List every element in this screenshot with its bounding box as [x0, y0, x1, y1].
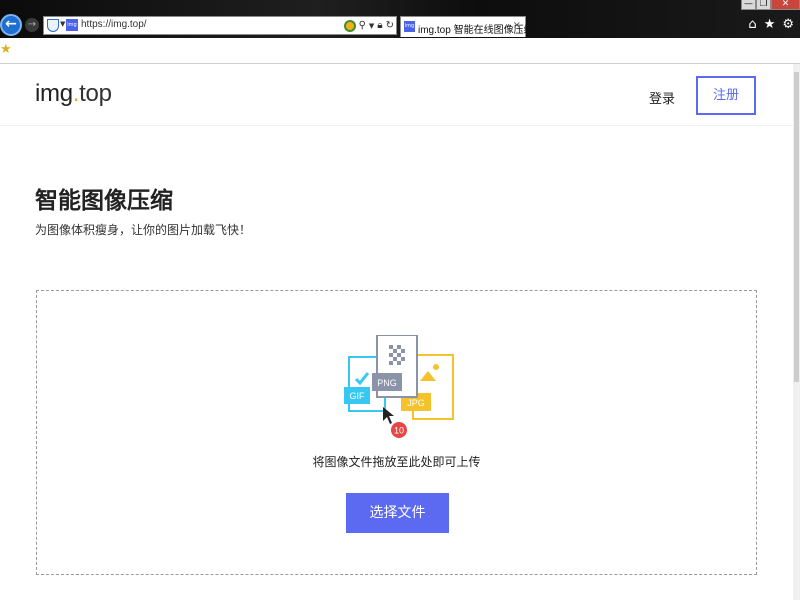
page-viewport: img.top 登录 注册 智能图像压缩 为图像体积瘦身，让你的图片加载飞快！ …	[0, 64, 793, 600]
gear-icon[interactable]: ⚙	[782, 17, 794, 32]
shield-icon[interactable]	[47, 19, 59, 32]
page-subtitle: 为图像体积瘦身，让你的图片加载飞快！	[35, 223, 252, 237]
site-header: img.top 登录 注册	[0, 64, 793, 126]
tab-favicon: img	[404, 21, 415, 32]
upload-dropzone[interactable]: GIF JPG PNG 10 将图像文件拖放至此处即可上传 选择文件	[36, 290, 757, 575]
lock-icon[interactable]: 🔒︎	[377, 20, 382, 31]
browser-tab[interactable]: img img.top 智能在线图像压缩 ×	[400, 16, 534, 37]
search-icon[interactable]: ⚲	[359, 20, 366, 31]
browser-toolbar: ⌂ ★ ⚙	[748, 17, 794, 32]
page-scrollbar[interactable]	[793, 64, 800, 600]
forward-button[interactable]: →	[25, 18, 39, 32]
register-button[interactable]: 注册	[696, 76, 756, 115]
count-badge-text: 10	[394, 426, 404, 436]
browser-chrome: — ❐ ✕ ← → ▼ img https://img.top/ ⚲ ▼ 🔒︎ …	[0, 0, 800, 64]
login-link[interactable]: 登录	[649, 88, 675, 107]
choose-file-button[interactable]: 选择文件	[346, 493, 449, 533]
chevron-down-icon[interactable]: ▼	[60, 20, 65, 28]
maximize-button[interactable]: ❐	[756, 0, 771, 10]
minimize-button[interactable]: —	[741, 0, 756, 10]
dropdown-caret-icon[interactable]: ▼	[369, 22, 374, 30]
address-bar-tools: ⚲ ▼ 🔒︎ ↻	[343, 18, 394, 33]
file-types-illustration: GIF JPG PNG 10	[344, 335, 454, 438]
arrow-left-icon: ←	[5, 16, 17, 32]
png-file-icon: PNG	[372, 335, 418, 398]
gif-label: GIF	[350, 391, 366, 401]
favorites-star-icon[interactable]: ★	[0, 42, 12, 57]
png-label: PNG	[377, 378, 397, 388]
star-icon[interactable]: ★	[764, 17, 776, 32]
scrollbar-thumb[interactable]	[794, 72, 799, 382]
tab-close-icon[interactable]: ×	[513, 20, 521, 31]
refresh-icon[interactable]: ↻	[386, 20, 394, 31]
url-text[interactable]: https://img.top/	[81, 19, 147, 30]
compatibility-icon[interactable]	[343, 19, 356, 32]
site-favicon: img	[66, 19, 78, 31]
jpg-label: JPG	[407, 398, 425, 408]
drop-hint-text: 将图像文件拖放至此处即可上传	[312, 455, 481, 469]
page-title: 智能图像压缩	[35, 188, 173, 214]
home-icon[interactable]: ⌂	[748, 17, 756, 32]
close-window-button[interactable]: ✕	[771, 0, 800, 10]
arrow-right-icon: →	[27, 19, 37, 30]
back-button[interactable]: ←	[0, 14, 22, 36]
cursor-icon	[383, 407, 394, 424]
favorites-bar: ★	[0, 38, 800, 64]
site-logo[interactable]: img.top	[35, 80, 112, 108]
address-bar[interactable]: ▼ img https://img.top/ ⚲ ▼ 🔒︎ ↻	[43, 16, 397, 35]
